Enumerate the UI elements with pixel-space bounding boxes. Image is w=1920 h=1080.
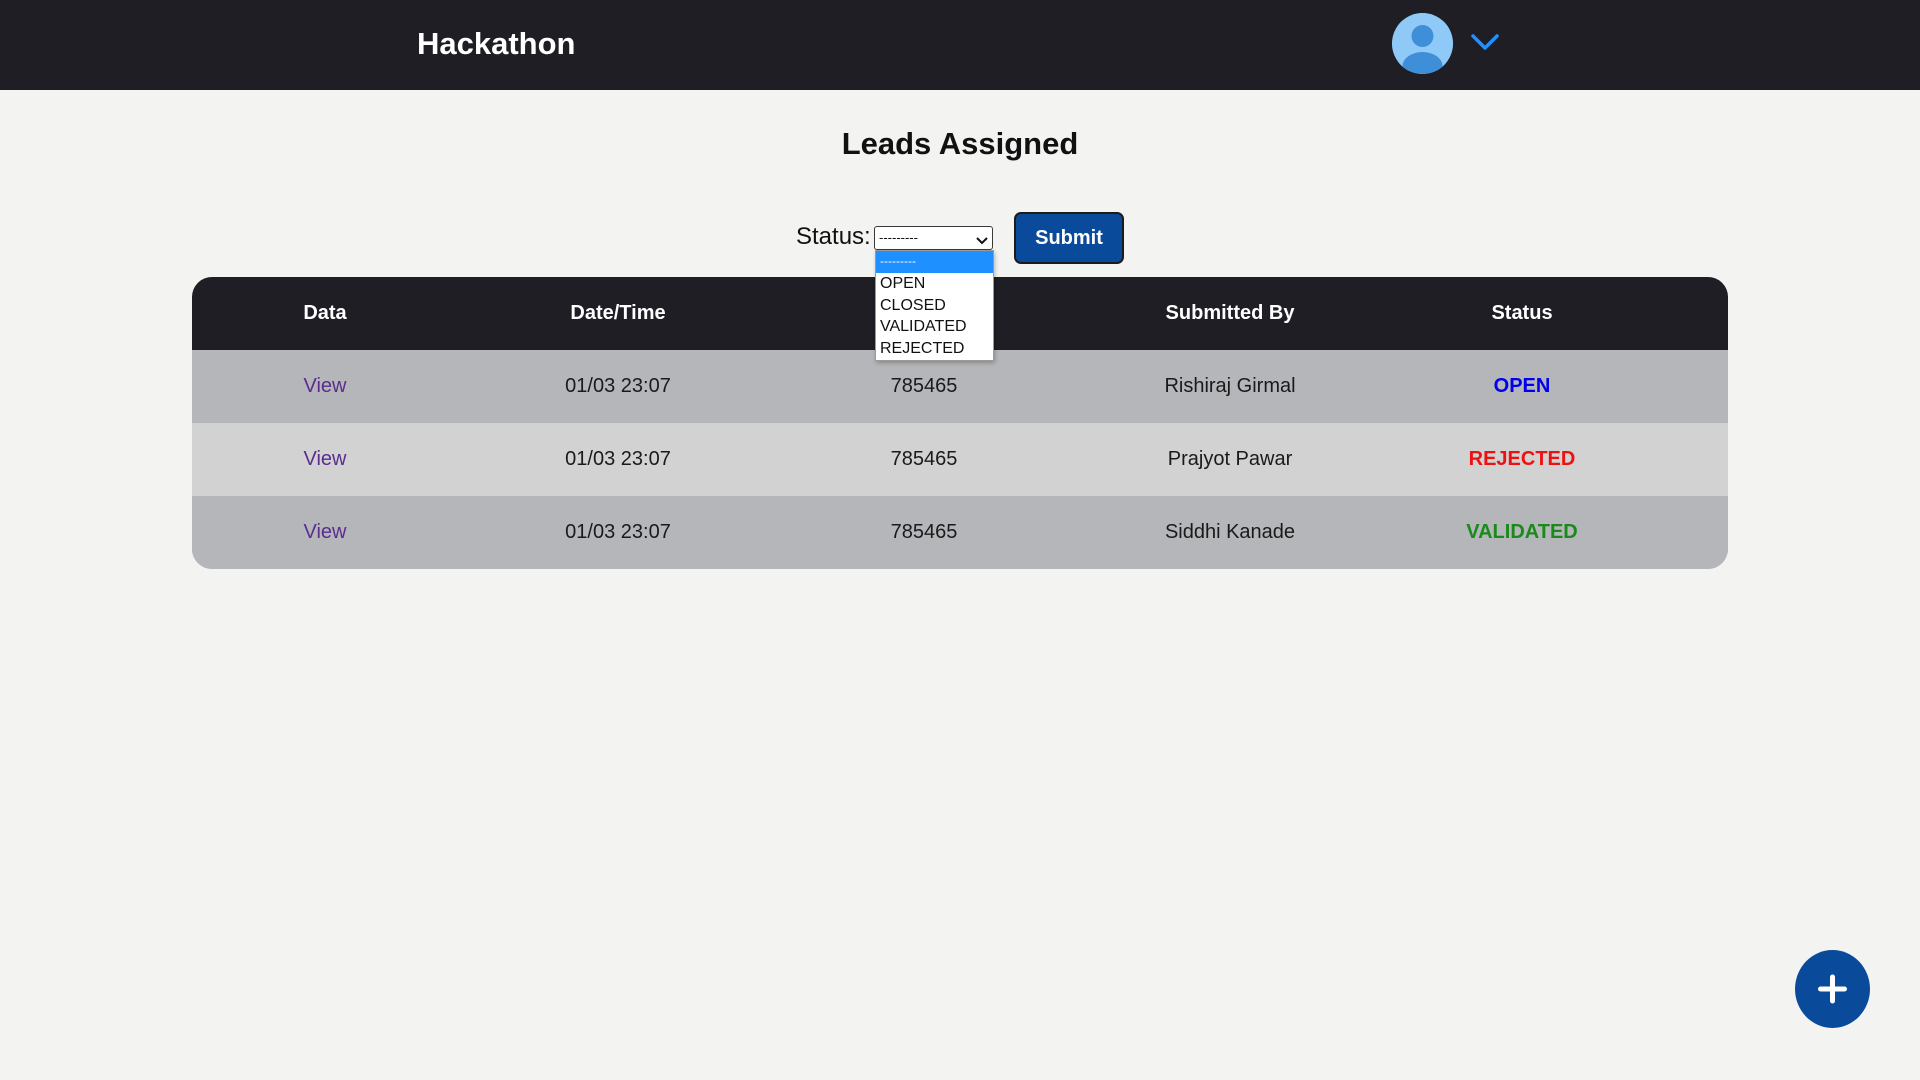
row-submitted-by: Siddhi Kanade	[1164, 521, 1296, 543]
status-option-rejected[interactable]: REJECTED	[876, 338, 993, 360]
select-chevron-icon	[975, 232, 989, 245]
status-option-open[interactable]: OPEN	[876, 273, 993, 295]
view-link[interactable]: View	[192, 423, 458, 496]
plus-icon	[1818, 974, 1847, 1004]
table-row: View 01/03 23:07 785465 Siddhi Kanade VA…	[192, 496, 1728, 569]
status-badge: VALIDATED	[1466, 521, 1578, 543]
status-badge: REJECTED	[1468, 448, 1576, 470]
status-option-blank[interactable]: ---------	[876, 251, 993, 273]
status-dropdown-list: --------- OPEN CLOSED VALIDATED REJECTED	[875, 250, 994, 361]
row-datetime: 01/03 23:07	[565, 521, 671, 543]
row-value: 785465	[890, 521, 958, 543]
status-option-validated[interactable]: VALIDATED	[876, 316, 993, 338]
row-submitted-by: Prajyot Pawar	[1167, 448, 1293, 470]
column-header-status: Status	[1491, 302, 1553, 324]
row-submitted-by: Rishiraj Girmal	[1164, 375, 1296, 397]
brand-title[interactable]: Hackathon	[417, 24, 575, 64]
chevron-down-icon[interactable]	[1468, 30, 1502, 54]
view-link[interactable]: View	[192, 496, 458, 569]
submit-button[interactable]: Submit	[1014, 212, 1124, 264]
page-title: Leads Assigned	[841, 126, 1079, 161]
status-badge: OPEN	[1493, 375, 1551, 397]
top-navbar: Hackathon	[0, 0, 1920, 90]
add-lead-button[interactable]	[1795, 950, 1870, 1028]
row-value: 785465	[890, 448, 958, 470]
column-header-data: Data	[303, 302, 347, 324]
row-datetime: 01/03 23:07	[565, 448, 671, 470]
column-header-submitted-by: Submitted By	[1165, 302, 1295, 324]
status-select-value: ---------	[879, 230, 918, 245]
table-row: View 01/03 23:07 785465 Prajyot Pawar RE…	[192, 423, 1728, 496]
column-header-datetime: Date/Time	[570, 302, 666, 324]
row-datetime: 01/03 23:07	[565, 375, 671, 397]
status-select[interactable]: ---------	[874, 226, 993, 250]
status-option-closed[interactable]: CLOSED	[876, 295, 993, 317]
view-link[interactable]: View	[192, 350, 458, 423]
status-filter-label: Status:	[796, 223, 871, 250]
user-avatar-icon[interactable]	[1392, 13, 1453, 74]
